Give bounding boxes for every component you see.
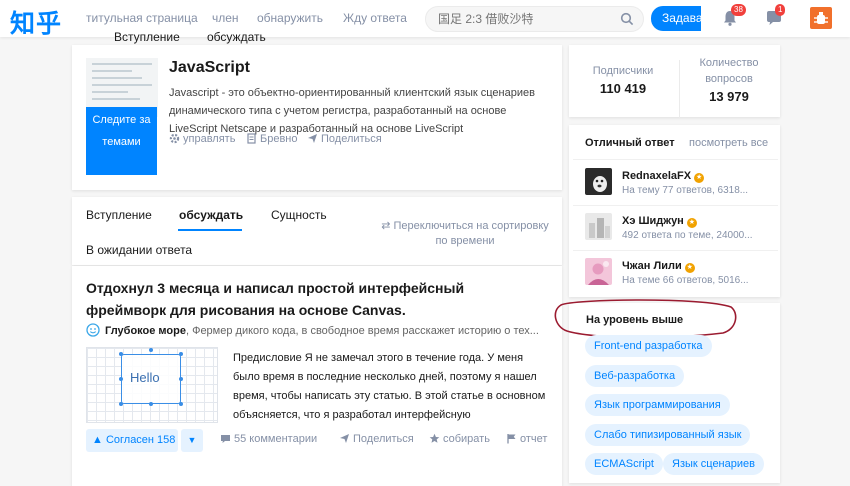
- followers-label: Подписчики: [592, 65, 654, 77]
- topic-description: Javascript - это объектно-ориентированны…: [169, 87, 535, 135]
- tab-waiting-answer[interactable]: В ожидании ответа: [86, 243, 192, 257]
- feed-author-row: Глубокое море, Фермер дикого кода, в сво…: [86, 323, 548, 337]
- divider: [573, 159, 778, 160]
- collect-link[interactable]: собирать: [429, 433, 490, 445]
- view-all-link[interactable]: посмотреть все: [689, 137, 768, 149]
- bug-avatar-icon: [814, 12, 828, 24]
- answerer-name[interactable]: RednaxelaFX ★: [622, 170, 705, 183]
- tab-essence[interactable]: Сущность: [271, 208, 327, 222]
- author-avatar-icon[interactable]: [86, 323, 100, 337]
- gear-icon: [169, 133, 180, 144]
- log-link[interactable]: Бревно: [246, 133, 298, 145]
- article-excerpt[interactable]: Предисловие Я не замечал этого в течение…: [233, 349, 549, 425]
- topic-tag[interactable]: Слабо типизированный язык: [585, 424, 751, 446]
- topic-tag[interactable]: Язык сценариев: [663, 453, 764, 475]
- follow-topic-button[interactable]: Следите за темами: [86, 107, 157, 175]
- zhihu-logo[interactable]: 知乎: [10, 4, 62, 40]
- topic-tag[interactable]: Front-end разработка: [585, 335, 712, 357]
- followers-value[interactable]: 110 419: [580, 81, 666, 96]
- nav-discover[interactable]: обнаружить: [257, 11, 323, 25]
- medal-icon: ★: [686, 218, 697, 228]
- tab-discuss[interactable]: обсуждать: [179, 208, 243, 222]
- search-box: [425, 6, 644, 32]
- flag-icon: [507, 434, 516, 444]
- active-tab-underline: [178, 229, 242, 231]
- user-avatar[interactable]: [810, 7, 832, 29]
- answerer-stats: На тему 77 ответов, 6318...: [622, 185, 749, 196]
- nav-member[interactable]: член: [212, 11, 239, 25]
- author-bio: , Фермер дикого кода, в свободное время …: [185, 325, 539, 337]
- subnav-intro[interactable]: Вступление: [114, 30, 180, 44]
- answerer-avatar[interactable]: [585, 168, 612, 195]
- answerer-avatar[interactable]: [585, 258, 612, 285]
- article-preview-image[interactable]: Hello: [86, 347, 218, 423]
- topic-title: JavaScript: [169, 59, 250, 76]
- portrait-avatar-icon: [588, 261, 609, 285]
- divider: [573, 205, 778, 206]
- document-icon: [247, 133, 256, 144]
- upvote-button[interactable]: ▲ Согласен 158: [86, 429, 178, 452]
- search-input[interactable]: [438, 11, 618, 27]
- report-link[interactable]: отчет: [506, 433, 547, 445]
- questions-label: Количество вопросов: [699, 57, 759, 85]
- star-icon: [429, 433, 440, 443]
- share-icon: [340, 434, 349, 443]
- questions-value[interactable]: 13 979: [690, 89, 768, 104]
- share-icon: [308, 134, 317, 143]
- medal-icon: ★: [694, 173, 705, 183]
- building-avatar-icon: [589, 218, 610, 238]
- answerer-name[interactable]: Чжан Лили ★: [622, 260, 695, 273]
- messages-badge: 1: [775, 4, 786, 16]
- search-icon[interactable]: [620, 12, 634, 26]
- best-answerers-title: Отличный ответ: [585, 137, 675, 149]
- comments-link[interactable]: 55 комментарии: [220, 433, 317, 445]
- share-link[interactable]: Поделиться: [339, 433, 414, 445]
- comment-icon: [221, 435, 230, 443]
- topic-tag[interactable]: ECMAScript: [585, 453, 663, 475]
- subnav-discuss[interactable]: обсуждать: [207, 30, 266, 44]
- nav-home[interactable]: титульная страница: [86, 11, 198, 25]
- tab-intro[interactable]: Вступление: [86, 208, 152, 222]
- manage-link[interactable]: управлять: [169, 133, 235, 145]
- topic-tag[interactable]: Язык программирования: [585, 394, 730, 416]
- answerer-name[interactable]: Хэ Шиджун ★: [622, 215, 697, 228]
- share-topic-link[interactable]: Поделиться: [307, 133, 382, 145]
- nav-waiting[interactable]: Жду ответа: [343, 11, 407, 25]
- stats-divider: [679, 60, 680, 118]
- top-navigation-bar: 知乎 титульная страница член обнаружить Жд…: [0, 0, 850, 44]
- divider: [573, 250, 778, 251]
- topic-tag[interactable]: Веб-разработка: [585, 365, 685, 387]
- medal-icon: ★: [684, 263, 695, 273]
- answerer-avatar[interactable]: [585, 213, 612, 240]
- downvote-button[interactable]: ▼: [181, 429, 203, 452]
- notifications-badge: 38: [731, 4, 746, 16]
- answerer-stats: 492 ответа по теме, 24000...: [622, 230, 753, 241]
- feed-item-title[interactable]: Отдохнул 3 месяца и написал простой инте…: [86, 277, 546, 321]
- ask-question-button[interactable]: Задавать: [651, 6, 701, 31]
- hand-drawn-circle-annotation: [554, 299, 737, 339]
- hello-canvas-box: Hello: [121, 354, 181, 404]
- author-name[interactable]: Глубокое море: [105, 325, 186, 337]
- dog-avatar-icon: [593, 176, 607, 192]
- answerer-stats: На теме 66 ответов, 5016...: [622, 275, 749, 286]
- sort-by-time-link[interactable]: ⇄ Переключиться на сортировку по времени: [380, 219, 550, 249]
